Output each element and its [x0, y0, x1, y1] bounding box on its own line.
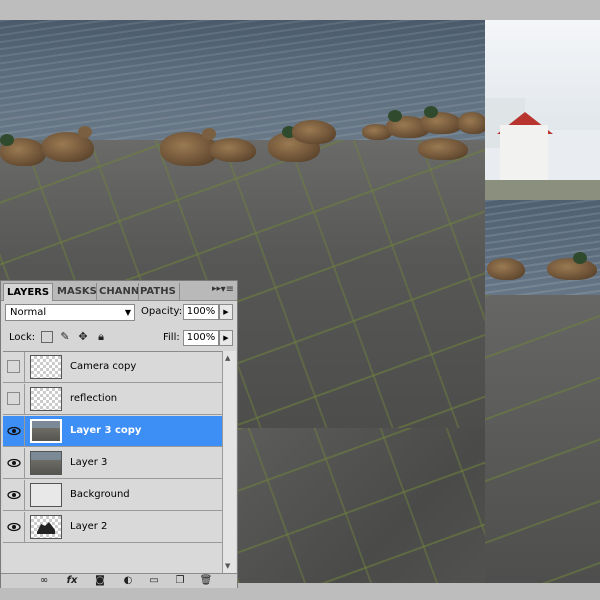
fill-label: Fill: [163, 332, 180, 343]
new-layer-icon[interactable]: ❐ [173, 575, 187, 587]
layer-thumbnail [30, 355, 62, 379]
visibility-toggle[interactable] [3, 416, 25, 446]
trash-icon[interactable]: 🗑︎ [199, 575, 213, 587]
camera-silhouette-icon [37, 522, 55, 534]
adjustment-icon[interactable]: ◐ [121, 575, 135, 587]
layer-name: Camera copy [70, 361, 137, 372]
lock-label: Lock: [9, 332, 36, 343]
lock-brush-icon[interactable]: ✎ [59, 331, 71, 343]
lock-move-icon[interactable]: ✥ [77, 331, 89, 343]
layer-name: reflection [70, 393, 118, 404]
layer-list-scrollbar[interactable]: ▲ ▼ [222, 351, 236, 573]
visibility-toggle[interactable] [3, 512, 25, 542]
blend-mode-value: Normal [10, 307, 47, 318]
opacity-slider-button[interactable]: ▶ [219, 304, 233, 320]
link-icon[interactable]: ∞ [37, 575, 51, 587]
eye-icon [7, 458, 21, 468]
layer-row-layer-3-copy[interactable]: Layer 3 copy [3, 416, 222, 447]
eye-icon [7, 490, 21, 500]
folder-icon[interactable]: ▭ [147, 575, 161, 587]
houses-photo-layer[interactable] [485, 20, 600, 583]
layer-row-layer-3[interactable]: Layer 3 [3, 448, 222, 479]
layer-thumbnail [30, 451, 62, 475]
white-house [500, 125, 548, 183]
layer-list: Camera copy reflection Layer 3 copy Laye… [3, 351, 222, 574]
blend-mode-select[interactable]: Normal ▼ [5, 304, 135, 321]
pavement-right [485, 295, 600, 583]
scroll-up-icon[interactable]: ▲ [225, 354, 230, 362]
visibility-toggle[interactable] [3, 384, 25, 414]
eye-icon [7, 426, 21, 436]
lake-water-right [485, 200, 600, 295]
tab-channels[interactable]: CHANN [96, 283, 139, 300]
layer-row-reflection[interactable]: reflection [3, 384, 222, 415]
layer-row-background[interactable]: Background [3, 480, 222, 511]
visibility-off-box [7, 392, 20, 405]
fx-icon[interactable]: fx [65, 575, 79, 587]
tab-masks[interactable]: MASKS [54, 283, 97, 300]
panel-tab-bar: LAYERS MASKS CHANN PATHS ▸▸ ▾≡ [1, 281, 237, 301]
visibility-toggle[interactable] [3, 480, 25, 510]
scroll-down-icon[interactable]: ▼ [225, 562, 230, 570]
lock-transparency-icon[interactable] [41, 331, 53, 343]
layers-panel: LAYERS MASKS CHANN PATHS ▸▸ ▾≡ Normal ▼ … [0, 280, 238, 588]
visibility-toggle[interactable] [3, 448, 25, 478]
layer-thumbnail [30, 483, 62, 507]
eye-icon [7, 522, 21, 532]
layer-row-camera-copy[interactable]: Camera copy [3, 352, 222, 383]
tab-paths[interactable]: PATHS [137, 283, 180, 300]
tab-layers[interactable]: LAYERS [3, 283, 53, 301]
shoreline [485, 180, 600, 202]
panel-menu-icon[interactable]: ▾≡ [221, 284, 234, 295]
fill-input[interactable]: 100% [183, 330, 219, 346]
chevron-down-icon: ▼ [124, 308, 131, 317]
visibility-off-box [7, 360, 20, 373]
opacity-label: Opacity: [141, 306, 183, 317]
layer-row-layer-2[interactable]: Layer 2 [3, 512, 222, 543]
layer-name: Layer 3 copy [70, 425, 142, 436]
mask-icon[interactable]: ◙ [93, 575, 107, 587]
layer-name: Background [70, 489, 130, 500]
fill-slider-button[interactable]: ▶ [219, 330, 233, 346]
layer-thumbnail [30, 419, 62, 443]
visibility-toggle[interactable] [3, 352, 25, 382]
layer-thumbnail [30, 515, 62, 539]
layer-name: Layer 2 [70, 521, 108, 532]
lock-all-icon[interactable]: 🔒︎ [95, 331, 107, 343]
opacity-input[interactable]: 100% [183, 304, 219, 320]
layers-bottom-toolbar: ∞ fx ◙ ◐ ▭ ❐ 🗑︎ [1, 573, 237, 588]
layer-thumbnail [30, 387, 62, 411]
layer-name: Layer 3 [70, 457, 108, 468]
